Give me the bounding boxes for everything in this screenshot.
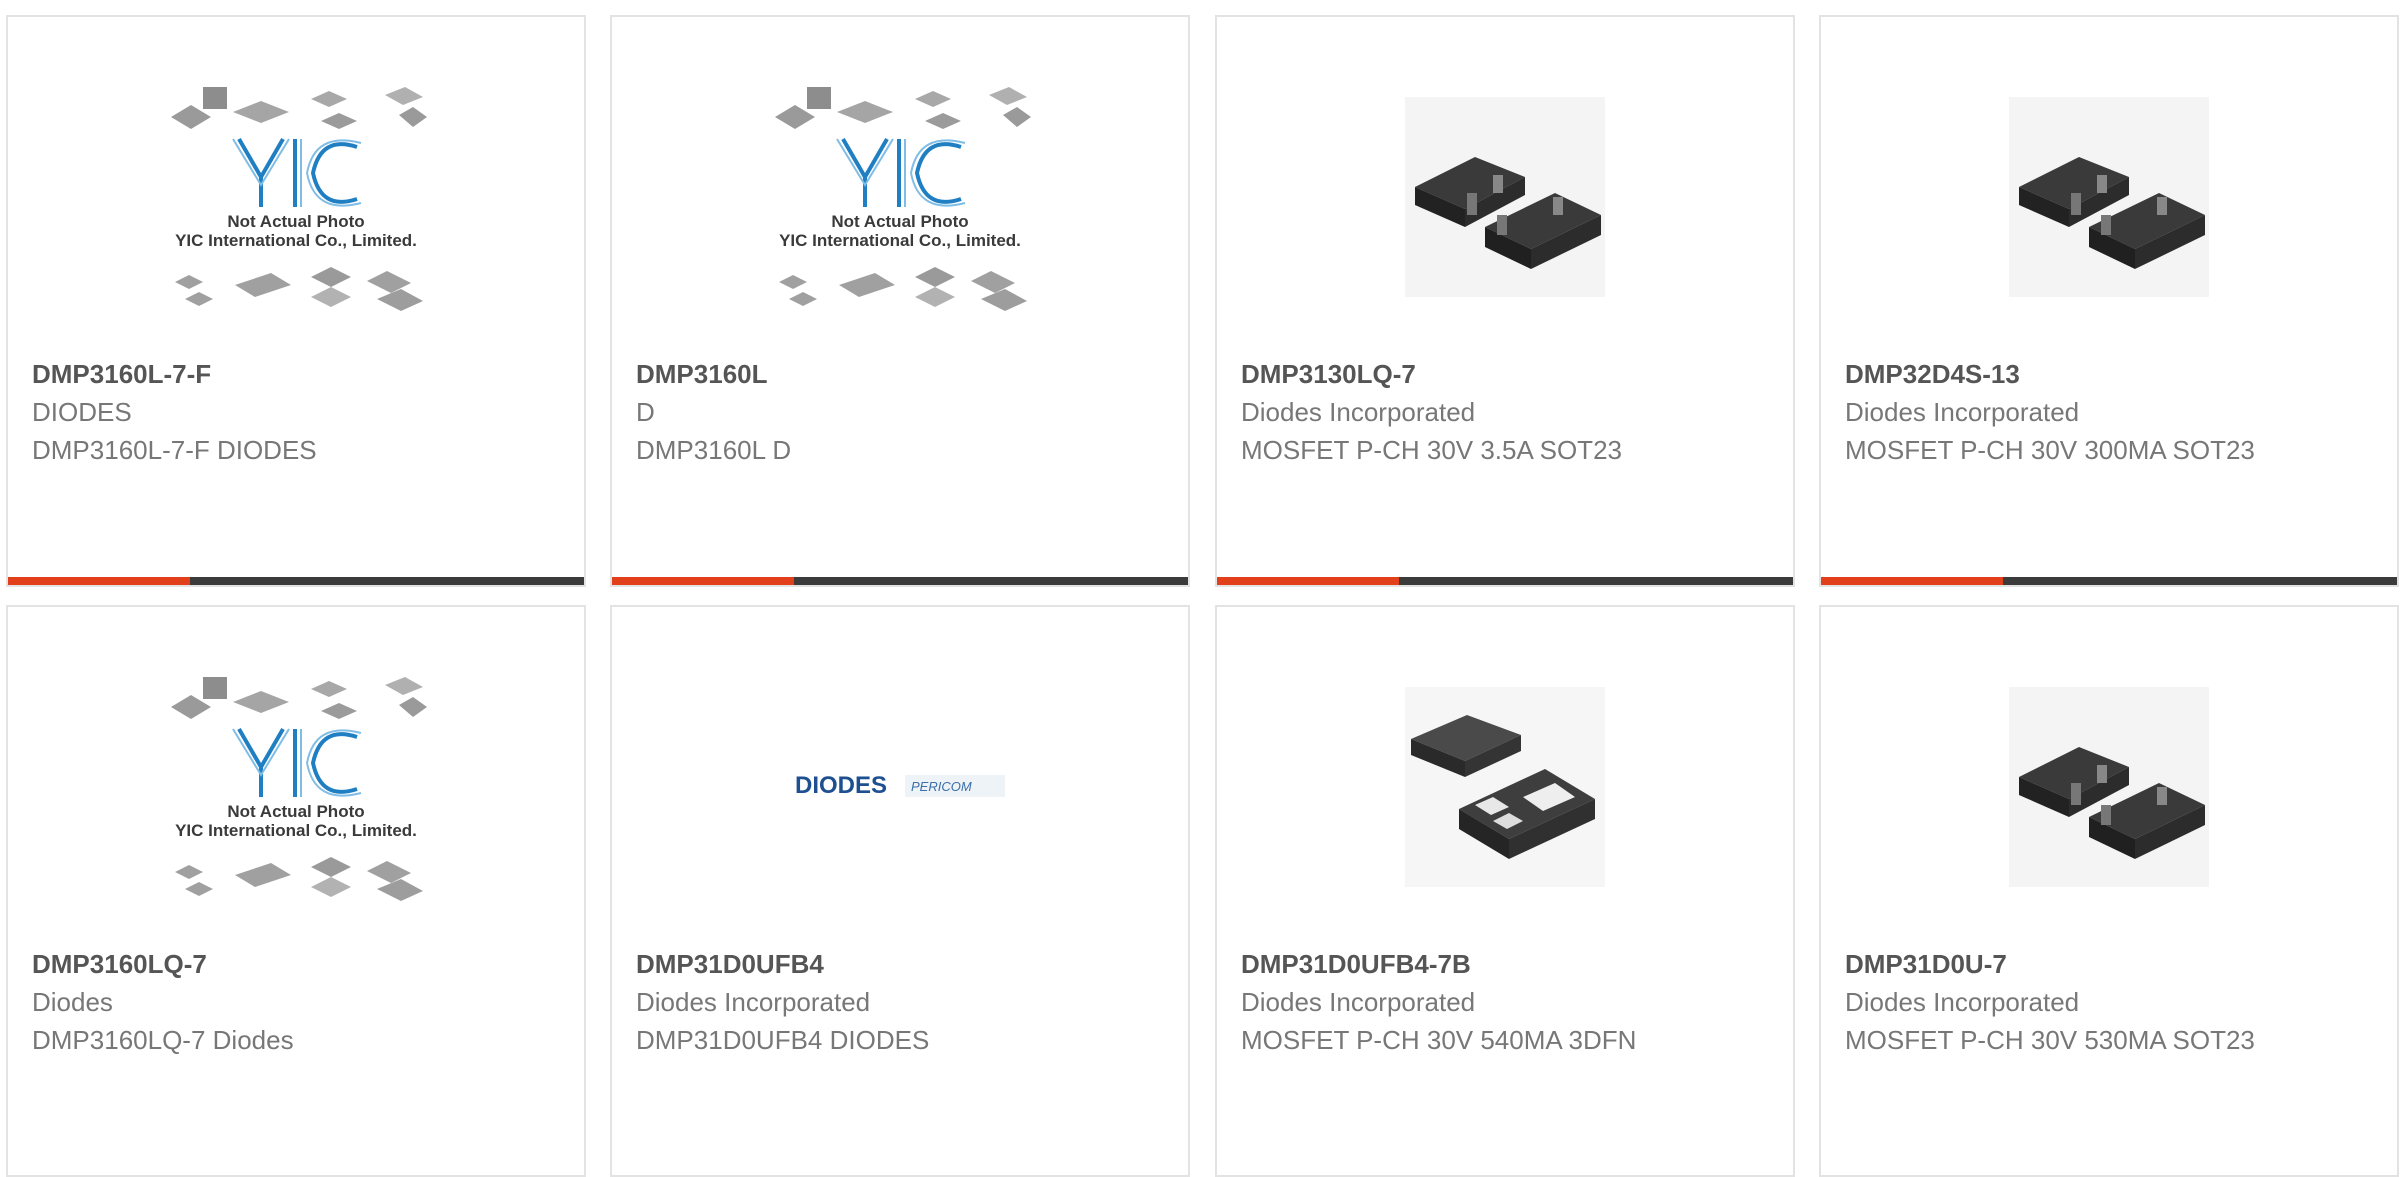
- product-image[interactable]: [1217, 667, 1793, 907]
- sot23-package-image: [1405, 97, 1605, 297]
- accent-bar: [1217, 577, 1399, 585]
- part-number-link[interactable]: DMP3130LQ-7: [1241, 359, 1416, 390]
- part-number-link[interactable]: DMP3160LQ-7: [32, 949, 207, 980]
- yic-placeholder-image: [765, 77, 1035, 317]
- product-card[interactable]: Not Actual Photo YIC International Co., …: [610, 15, 1190, 587]
- manufacturer: Diodes: [32, 987, 113, 1017]
- description: MOSFET P-CH 30V 540MA 3DFN: [1241, 1025, 1637, 1055]
- description: DMP3160L D: [636, 435, 792, 465]
- part-number-link[interactable]: DMP31D0U-7: [1845, 949, 2007, 980]
- product-image[interactable]: [1217, 77, 1793, 317]
- yic-placeholder-image: [161, 77, 431, 317]
- card-bottom-bar: [1217, 577, 1793, 585]
- manufacturer: Diodes Incorporated: [1845, 987, 2080, 1017]
- manufacturer: D: [636, 397, 655, 427]
- description: DMP3160L-7-F DIODES: [32, 435, 317, 465]
- placeholder-caption: Not Actual Photo YIC International Co., …: [161, 802, 431, 840]
- product-image[interactable]: [1821, 77, 2397, 317]
- card-bottom-bar: [1821, 577, 2397, 585]
- placeholder-line2: YIC International Co., Limited.: [175, 231, 417, 250]
- product-image[interactable]: [1821, 667, 2397, 907]
- part-number-link[interactable]: DMP3160L-7-F: [32, 359, 211, 390]
- accent-bar: [612, 577, 794, 585]
- part-number-link[interactable]: DMP32D4S-13: [1845, 359, 2020, 390]
- placeholder-caption: Not Actual Photo YIC International Co., …: [765, 212, 1035, 250]
- product-card[interactable]: DMP31D0UFB4-7B Diodes Incorporated MOSFE…: [1215, 605, 1795, 1177]
- product-image[interactable]: DIODES PERICOM: [612, 667, 1188, 907]
- product-image[interactable]: Not Actual Photo YIC International Co., …: [612, 77, 1188, 317]
- part-number-link[interactable]: DMP31D0UFB4-7B: [1241, 949, 1471, 980]
- logo-partner-text: PERICOM: [911, 779, 972, 794]
- manufacturer: Diodes Incorporated: [1241, 987, 1476, 1017]
- product-card[interactable]: DMP3130LQ-7 Diodes Incorporated MOSFET P…: [1215, 15, 1795, 587]
- product-card[interactable]: DMP31D0U-7 Diodes Incorporated MOSFET P-…: [1819, 605, 2399, 1177]
- description: MOSFET P-CH 30V 3.5A SOT23: [1241, 435, 1622, 465]
- manufacturer: Diodes Incorporated: [636, 987, 871, 1017]
- product-image[interactable]: Not Actual Photo YIC International Co., …: [8, 77, 584, 317]
- product-image[interactable]: Not Actual Photo YIC International Co., …: [8, 667, 584, 907]
- description: DMP31D0UFB4 DIODES: [636, 1025, 930, 1055]
- product-card[interactable]: DMP32D4S-13 Diodes Incorporated MOSFET P…: [1819, 15, 2399, 587]
- product-card[interactable]: DIODES PERICOM DMP31D0UFB4 Diodes Incorp…: [610, 605, 1190, 1177]
- sot23-package-image: [2009, 97, 2209, 297]
- placeholder-line2: YIC International Co., Limited.: [779, 231, 1021, 250]
- manufacturer: Diodes Incorporated: [1241, 397, 1476, 427]
- placeholder-line2: YIC International Co., Limited.: [175, 821, 417, 840]
- description: DMP3160LQ-7 Diodes: [32, 1025, 294, 1055]
- placeholder-line1: Not Actual Photo: [227, 212, 365, 231]
- sot23-package-image: [2009, 687, 2209, 887]
- accent-bar: [8, 577, 190, 585]
- description: MOSFET P-CH 30V 300MA SOT23: [1845, 435, 2255, 465]
- placeholder-line1: Not Actual Photo: [831, 212, 969, 231]
- product-card[interactable]: Not Actual Photo YIC International Co., …: [6, 605, 586, 1177]
- accent-bar: [1821, 577, 2003, 585]
- manufacturer: DIODES: [32, 397, 132, 427]
- placeholder-caption: Not Actual Photo YIC International Co., …: [161, 212, 431, 250]
- yic-placeholder-image: [161, 667, 431, 907]
- card-bottom-bar: [8, 577, 584, 585]
- description: MOSFET P-CH 30V 530MA SOT23: [1845, 1025, 2255, 1055]
- product-grid: Not Actual Photo YIC International Co., …: [0, 0, 2400, 1177]
- logo-brand-text: DIODES: [795, 772, 887, 799]
- part-number-link[interactable]: DMP31D0UFB4: [636, 949, 824, 980]
- diodes-pericom-logo: DIODES PERICOM: [795, 772, 1005, 799]
- card-bottom-bar: [612, 577, 1188, 585]
- manufacturer: Diodes Incorporated: [1845, 397, 2080, 427]
- placeholder-line1: Not Actual Photo: [227, 802, 365, 821]
- product-card[interactable]: Not Actual Photo YIC International Co., …: [6, 15, 586, 587]
- dfn-package-image: [1405, 687, 1605, 887]
- part-number-link[interactable]: DMP3160L: [636, 359, 768, 390]
